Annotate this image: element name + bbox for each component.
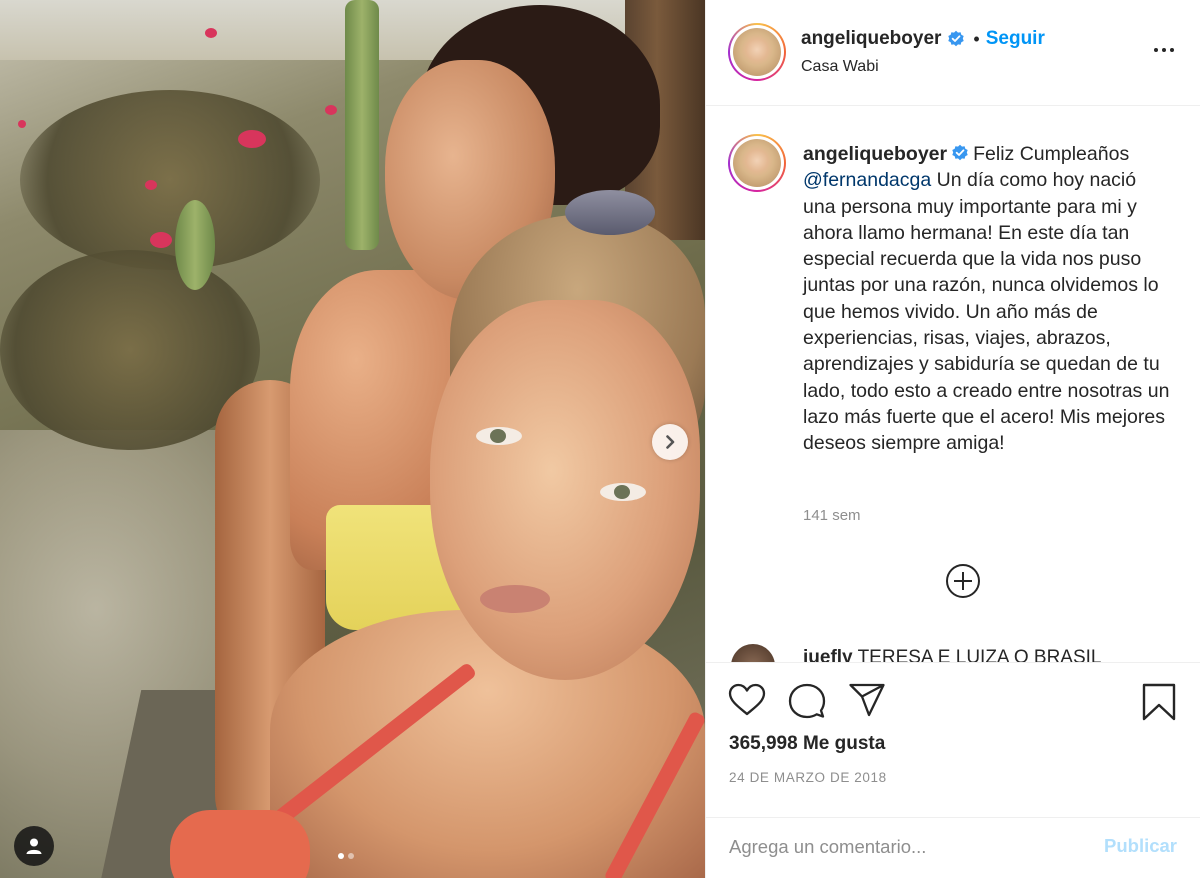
photo-cactus (345, 0, 379, 250)
comment-input[interactable] (729, 832, 1079, 862)
user-icon (26, 838, 42, 854)
caption-timestamp[interactable]: 141 sem (803, 507, 861, 524)
caption-text-start: Feliz Cumpleaños (973, 143, 1130, 165)
heart-icon (728, 683, 766, 716)
bookmark-icon (1142, 683, 1176, 721)
more-options-icon (1154, 48, 1174, 52)
photo-flower (205, 28, 217, 38)
post-date[interactable]: 24 DE MARZO DE 2018 (729, 770, 887, 785)
add-comment-form: Publicar (706, 817, 1200, 878)
photo-bikini (170, 810, 310, 878)
comments-section[interactable]: angeliqueboyer Feliz Cumpleaños @fernand… (706, 107, 1200, 662)
photo-lips (480, 585, 550, 613)
caption-username[interactable]: angeliqueboyer (803, 143, 947, 165)
carousel-indicator (338, 853, 354, 859)
photo-cactus (175, 200, 215, 290)
save-button[interactable] (1142, 683, 1176, 726)
comment-item: iuefly TERESA E LUIZA O BRASIL (803, 647, 1101, 662)
comment-icon (788, 683, 826, 719)
photo-eye (476, 427, 522, 445)
photo-flower (325, 105, 337, 115)
next-slide-button[interactable] (652, 424, 688, 460)
photo-flower (238, 130, 266, 148)
photo-flower (18, 120, 26, 128)
caption-avatar[interactable] (728, 134, 786, 192)
carousel-dot-active (338, 853, 344, 859)
avatar-image (733, 139, 781, 187)
comment-username[interactable]: iuefly (803, 647, 853, 662)
load-more-comments-button[interactable] (945, 563, 981, 604)
chevron-right-icon (666, 435, 675, 449)
plus-circle-icon (946, 564, 980, 598)
photo-sunglasses (565, 190, 655, 235)
avatar-image (733, 28, 781, 76)
caption-mention-link[interactable]: @fernandacga (803, 169, 931, 191)
header-username[interactable]: angeliqueboyer (801, 28, 941, 50)
location-link[interactable]: Casa Wabi (801, 58, 879, 76)
photo-flower (150, 232, 172, 248)
more-options-button[interactable] (1152, 38, 1176, 67)
photo-person-face (430, 300, 700, 680)
photo-flower (145, 180, 157, 190)
header-separator: • (973, 28, 980, 49)
publish-button[interactable]: Publicar (1104, 835, 1177, 857)
share-icon (849, 683, 885, 717)
carousel-dot (348, 853, 354, 859)
verified-badge-icon (952, 144, 968, 161)
post-caption: angeliqueboyer Feliz Cumpleaños @fernand… (803, 141, 1173, 457)
tagged-users-button[interactable] (14, 826, 54, 866)
post-side-panel: angeliqueboyer • Seguir Casa Wabi angeli… (705, 0, 1200, 878)
follow-button[interactable]: Seguir (986, 28, 1045, 50)
photo-eye (600, 483, 646, 501)
comment-avatar[interactable] (731, 644, 775, 662)
like-button[interactable] (728, 683, 766, 722)
post-header: angeliqueboyer • Seguir Casa Wabi (706, 0, 1200, 106)
post-actions: 365,998 Me gusta 24 DE MARZO DE 2018 (706, 662, 1200, 817)
likes-count[interactable]: 365,998 Me gusta (729, 733, 885, 755)
verified-badge-icon (948, 30, 965, 47)
post-photo[interactable] (0, 0, 705, 878)
caption-text-body: Un día como hoy nació una persona muy im… (803, 169, 1170, 455)
avatar[interactable] (728, 23, 786, 81)
comment-button[interactable] (788, 683, 826, 724)
comment-text: TERESA E LUIZA O BRASIL (857, 647, 1102, 662)
share-button[interactable] (848, 683, 886, 722)
